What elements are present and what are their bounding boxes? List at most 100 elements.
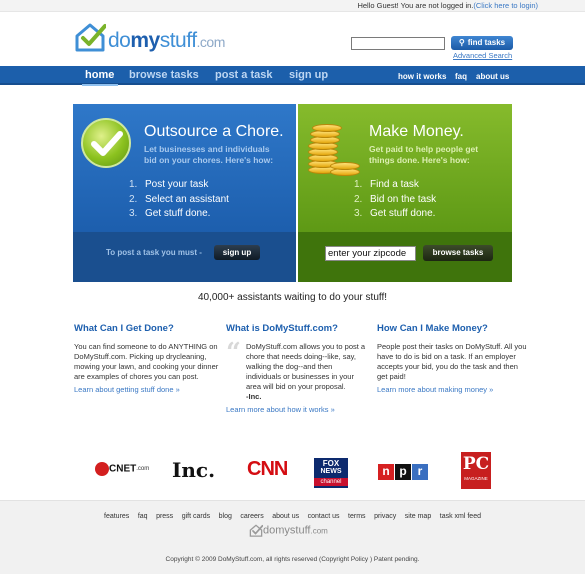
logo-com: .com: [196, 34, 226, 50]
footer-links: features faq press gift cards blog caree…: [0, 510, 585, 520]
login-status-text: Hello Guest! You are not logged in.: [357, 1, 474, 10]
cnet-text: CNET: [109, 463, 137, 475]
logo-wordmark: domystuff.com: [108, 29, 225, 53]
site-logo[interactable]: domystuff.com: [74, 20, 254, 56]
assistants-tagline: 40,000+ assistants waiting to do your st…: [197, 292, 388, 303]
footer-link-site-map[interactable]: site map: [405, 513, 431, 520]
cnn-logo: CNN: [247, 458, 288, 480]
section-heading: How Can I Make Money?: [377, 323, 488, 334]
find-tasks-button[interactable]: ⚲ find tasks: [451, 36, 513, 50]
list-item: 3. Get stuff done.: [129, 208, 211, 219]
cnet-com-text: .com: [136, 466, 150, 472]
learn-how-it-works-link[interactable]: Learn more about how it works »: [226, 405, 366, 414]
site-footer: features faq press gift cards blog caree…: [0, 500, 585, 574]
footer-link-terms[interactable]: terms: [348, 513, 366, 520]
outsource-steps: 1. Post your task 2. Select an assistant 3…: [129, 178, 229, 222]
step-text: Bid on the task: [370, 193, 437, 205]
what-can-i-get-done-section: What Can I Get Done? You can find someon…: [74, 323, 224, 394]
search-icon: ⚲: [458, 38, 465, 47]
footer-link-careers[interactable]: careers: [240, 513, 263, 520]
footer-link-blog[interactable]: blog: [219, 513, 232, 520]
footer-link-about-us[interactable]: about us: [272, 513, 299, 520]
footer-link-gift-cards[interactable]: gift cards: [182, 513, 210, 520]
outsource-title: Outsource a Chore.: [144, 123, 284, 140]
zipcode-input[interactable]: enter your zipcode: [325, 246, 416, 261]
logo-my: my: [130, 29, 160, 52]
list-item: 1. Post your task: [129, 179, 209, 190]
active-nav-indicator: [82, 84, 118, 86]
browse-tasks-button[interactable]: browse tasks: [423, 245, 493, 261]
fox-news-logo: FOX NEWS channel: [314, 458, 348, 488]
outsource-subtitle-line2: bid on your chores. Here's how:: [144, 155, 274, 165]
learn-getting-stuff-done-link[interactable]: Learn about getting stuff done »: [74, 385, 224, 394]
post-task-prompt: To post a task you must -: [106, 248, 202, 257]
login-status: Hello Guest! You are not logged in.(Clic…: [357, 1, 538, 10]
section-body: You can find someone to do ANYTHING on D…: [74, 342, 219, 381]
nav-about-us[interactable]: about us: [476, 72, 509, 81]
house-check-icon: [75, 23, 106, 52]
what-is-domystuff-section: What is DoMyStuff.com? “ DoMyStuff.com a…: [226, 323, 366, 414]
list-item: 2. Select an assistant: [129, 193, 229, 205]
footer-link-privacy[interactable]: privacy: [374, 513, 396, 520]
npr-logo: npr: [378, 464, 428, 500]
footer-link-press[interactable]: press: [156, 513, 173, 520]
footer-link-task-xml-feed[interactable]: task xml feed: [440, 513, 481, 520]
sign-up-button[interactable]: sign up: [214, 245, 260, 260]
nav-post-a-task[interactable]: post a task: [215, 69, 272, 81]
quote-attribution: -Inc.: [246, 392, 262, 401]
make-money-title: Make Money.: [369, 123, 464, 140]
section-body: People post their tasks on DoMyStuff. Al…: [377, 342, 527, 381]
footer-link-features[interactable]: features: [104, 513, 129, 520]
step-text: Find a task: [370, 179, 419, 190]
pc-magazine-logo: PC MAGAZINE: [461, 452, 491, 489]
nav-faq[interactable]: faq: [455, 72, 467, 81]
step-text: Get stuff done.: [145, 208, 211, 219]
step-text: Post your task: [145, 179, 209, 190]
coin-stack-icon: [304, 114, 360, 176]
list-item: 1. Find a task: [354, 179, 419, 190]
inc-quote: “ DoMyStuff.com allows you to post a cho…: [226, 340, 366, 402]
nav-how-it-works[interactable]: how it works: [398, 72, 446, 81]
quote-text: DoMyStuff.com allows you to post a chore…: [246, 342, 366, 391]
make-money-steps: 1. Find a task 2. Bid on the task 3. Get st…: [354, 178, 436, 222]
make-money-panel: Make Money. Get paid to help people get …: [298, 104, 512, 282]
outsource-panel: Outsource a Chore. Let businesses and in…: [73, 104, 296, 282]
inc-logo: Inc.: [172, 458, 216, 482]
list-item: 2. Bid on the task: [354, 193, 437, 205]
outsource-subtitle: Let businesses and individuals bid on yo…: [144, 144, 273, 166]
main-nav: home browse tasks post a task sign up ho…: [0, 66, 585, 85]
logo-do: do: [108, 29, 131, 52]
step-text: Get stuff done.: [370, 208, 436, 219]
section-heading: What Can I Get Done?: [74, 323, 174, 334]
outsource-footer: [73, 232, 296, 282]
search-input[interactable]: [351, 37, 445, 50]
news-text: NEWS: [320, 468, 342, 475]
cnet-logo: CNET.com: [95, 462, 149, 498]
login-link[interactable]: (Click here to login): [473, 1, 538, 10]
make-money-subtitle: Get paid to help people get things done.…: [369, 144, 478, 166]
checkmark-icon: [81, 118, 131, 168]
section-heading: What is DoMyStuff.com?: [226, 323, 338, 334]
top-strip: Hello Guest! You are not logged in.(Clic…: [0, 0, 585, 12]
step-text: Select an assistant: [145, 193, 229, 205]
magazine-text: MAGAZINE: [464, 476, 488, 481]
outsource-subtitle-line1: Let businesses and individuals: [144, 144, 270, 154]
copyright-text: Copyright © 2009 DoMyStuff.com, all righ…: [165, 556, 420, 563]
logo-stuff: stuff: [159, 29, 197, 52]
npr-r: r: [412, 464, 428, 480]
pc-text: PC: [462, 454, 490, 474]
make-money-subtitle-line2: things done. Here's how:: [369, 155, 470, 165]
npr-n: n: [378, 464, 394, 480]
footer-link-faq[interactable]: faq: [138, 513, 148, 520]
advanced-search-link[interactable]: Advanced Search: [453, 51, 512, 60]
footer-logo[interactable]: domystuff.com: [249, 524, 328, 537]
nav-home[interactable]: home: [85, 69, 114, 81]
footer-link-contact-us[interactable]: contact us: [308, 513, 340, 520]
nav-browse-tasks[interactable]: browse tasks: [129, 69, 199, 81]
npr-p: p: [395, 464, 411, 480]
find-tasks-label: find tasks: [467, 38, 506, 47]
learn-making-money-link[interactable]: Learn more about making money »: [377, 385, 527, 394]
make-money-subtitle-line1: Get paid to help people get: [369, 144, 479, 154]
list-item: 3. Get stuff done.: [354, 208, 436, 219]
nav-sign-up[interactable]: sign up: [289, 69, 328, 81]
